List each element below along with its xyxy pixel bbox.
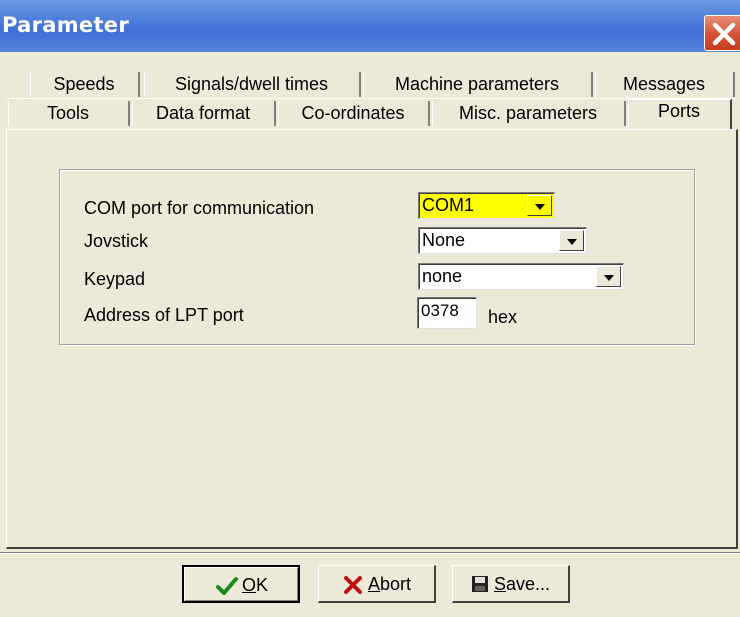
save-label: Save... — [494, 574, 551, 594]
ok-button[interactable]: OK — [182, 565, 300, 603]
close-button[interactable] — [704, 15, 740, 51]
joystick-dropdown[interactable]: None — [418, 227, 587, 254]
com-port-label: COM port for communication — [84, 198, 315, 218]
tab-misc-parameters[interactable]: Misc. parameters — [432, 101, 626, 126]
keypad-label: Keypad — [84, 269, 146, 289]
chevron-down-icon[interactable] — [559, 230, 584, 251]
tab-machine-parameters[interactable]: Machine parameters — [363, 72, 593, 97]
tab-messages[interactable]: Messages — [595, 72, 735, 97]
x-icon — [344, 576, 362, 594]
tab-ports[interactable]: Ports — [628, 99, 732, 130]
joystick-label: Jovstick — [84, 231, 149, 251]
lpt-address-value: 0378 — [421, 301, 459, 320]
lpt-address-input[interactable]: 0378 — [417, 297, 477, 329]
tab-tools[interactable]: Tools — [8, 101, 130, 126]
chevron-down-icon[interactable] — [596, 266, 621, 287]
close-icon — [712, 22, 736, 46]
com-port-dropdown[interactable]: COM1 — [418, 192, 555, 219]
bottom-divider-highlight — [0, 553, 740, 554]
ok-label: OK — [242, 575, 269, 595]
tab-speeds[interactable]: Speeds — [30, 72, 140, 97]
check-icon — [216, 577, 238, 595]
com-port-value: COM1 — [422, 195, 475, 215]
abort-label: Abort — [368, 574, 412, 594]
window-title: Parameter — [2, 13, 129, 37]
save-button[interactable]: Save... — [452, 565, 570, 603]
keypad-dropdown[interactable]: none — [418, 263, 624, 290]
tab-row-divider — [6, 98, 736, 99]
floppy-disk-icon — [472, 576, 488, 592]
keypad-value: none — [422, 266, 463, 286]
tab-signals-dwell-times[interactable]: Signals/dwell times — [144, 72, 361, 97]
tab-data-format[interactable]: Data format — [132, 101, 276, 126]
lpt-unit-label: hex — [488, 307, 518, 327]
abort-button[interactable]: Abort — [318, 565, 436, 603]
joystick-value: None — [422, 230, 466, 250]
lpt-address-label: Address of LPT port — [84, 305, 244, 325]
tab-co-ordinates[interactable]: Co-ordinates — [278, 101, 430, 126]
chevron-down-icon[interactable] — [527, 195, 552, 216]
